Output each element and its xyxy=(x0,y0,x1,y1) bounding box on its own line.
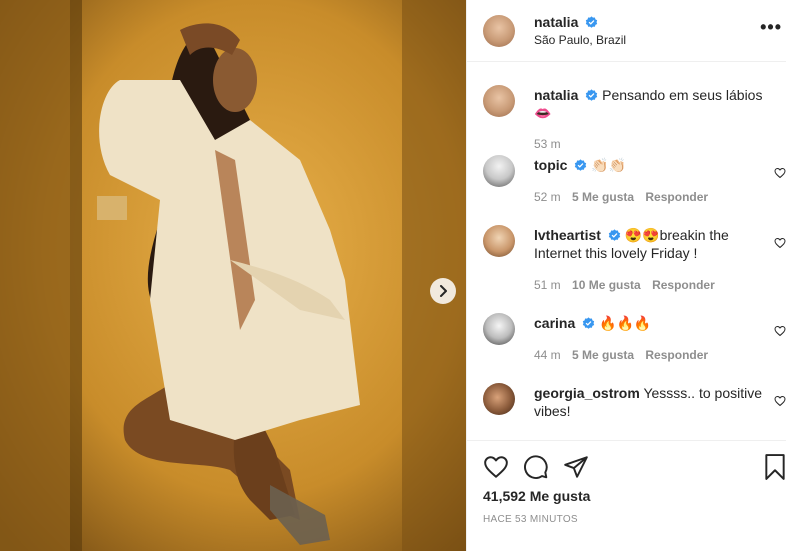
verified-badge-icon xyxy=(608,229,620,241)
post-header: natalia São Paulo, Brazil ••• xyxy=(467,0,786,62)
commenter-avatar[interactable] xyxy=(483,155,515,187)
comment-username[interactable]: carina xyxy=(534,315,575,331)
comment-heart-icon[interactable] xyxy=(774,325,786,337)
caption-time: 53 m xyxy=(534,137,561,151)
verified-badge-icon xyxy=(586,89,598,101)
verified-badge-icon xyxy=(575,159,587,171)
reply-button[interactable]: Responder xyxy=(645,190,708,204)
commenter-avatar[interactable] xyxy=(483,225,515,257)
share-icon[interactable] xyxy=(563,454,589,480)
comment-time: 51 m xyxy=(534,278,561,292)
reply-button[interactable]: Responder xyxy=(645,348,708,362)
comment-username[interactable]: lvtheartist xyxy=(534,227,601,243)
comment-username[interactable]: topic xyxy=(534,157,567,173)
commenter-avatar[interactable] xyxy=(483,313,515,345)
bookmark-icon[interactable] xyxy=(764,454,786,480)
author-avatar[interactable] xyxy=(483,14,515,47)
verified-badge-icon xyxy=(582,317,595,329)
comments-list[interactable]: natalia Pensando em seus lábios 👄 53 m t… xyxy=(467,62,786,440)
like-count[interactable]: 41,592 Me gusta xyxy=(483,488,590,504)
comment-likes[interactable]: 10 Me gusta xyxy=(572,278,641,292)
author-username[interactable]: natalia xyxy=(534,14,578,30)
verified-badge-icon xyxy=(586,16,598,28)
comment-time: 44 m xyxy=(534,348,561,362)
comment-text: 🔥🔥🔥 xyxy=(599,315,652,331)
caption-username[interactable]: natalia xyxy=(534,87,578,103)
next-image-button[interactable] xyxy=(430,278,456,304)
comment-heart-icon[interactable] xyxy=(774,167,786,179)
post-location[interactable]: São Paulo, Brazil xyxy=(534,33,626,47)
post-side-panel: natalia São Paulo, Brazil ••• natalia Pe… xyxy=(466,0,786,551)
reply-button[interactable]: Responder xyxy=(652,278,715,292)
comment-time: 52 m xyxy=(534,190,561,204)
comment-heart-icon[interactable] xyxy=(774,395,786,407)
author-avatar[interactable] xyxy=(483,85,515,117)
post-timestamp[interactable]: HACE 53 MINUTOS xyxy=(483,514,578,525)
comment-likes[interactable]: 5 Me gusta xyxy=(572,348,634,362)
chevron-right-icon xyxy=(440,285,447,297)
comment-username[interactable]: georgia_ostrom xyxy=(534,385,640,401)
comment-heart-icon[interactable] xyxy=(774,237,786,249)
post-image[interactable] xyxy=(0,0,466,551)
comment-icon[interactable] xyxy=(523,454,549,480)
post-actions: 41,592 Me gusta HACE 53 MINUTOS xyxy=(467,440,786,551)
post-photo-art xyxy=(0,0,466,551)
comment-text: 👏🏻👏🏻 xyxy=(591,157,627,173)
commenter-avatar[interactable] xyxy=(483,383,515,415)
more-options-icon[interactable]: ••• xyxy=(760,17,782,38)
comment-likes[interactable]: 5 Me gusta xyxy=(572,190,634,204)
heart-icon[interactable] xyxy=(483,454,509,480)
